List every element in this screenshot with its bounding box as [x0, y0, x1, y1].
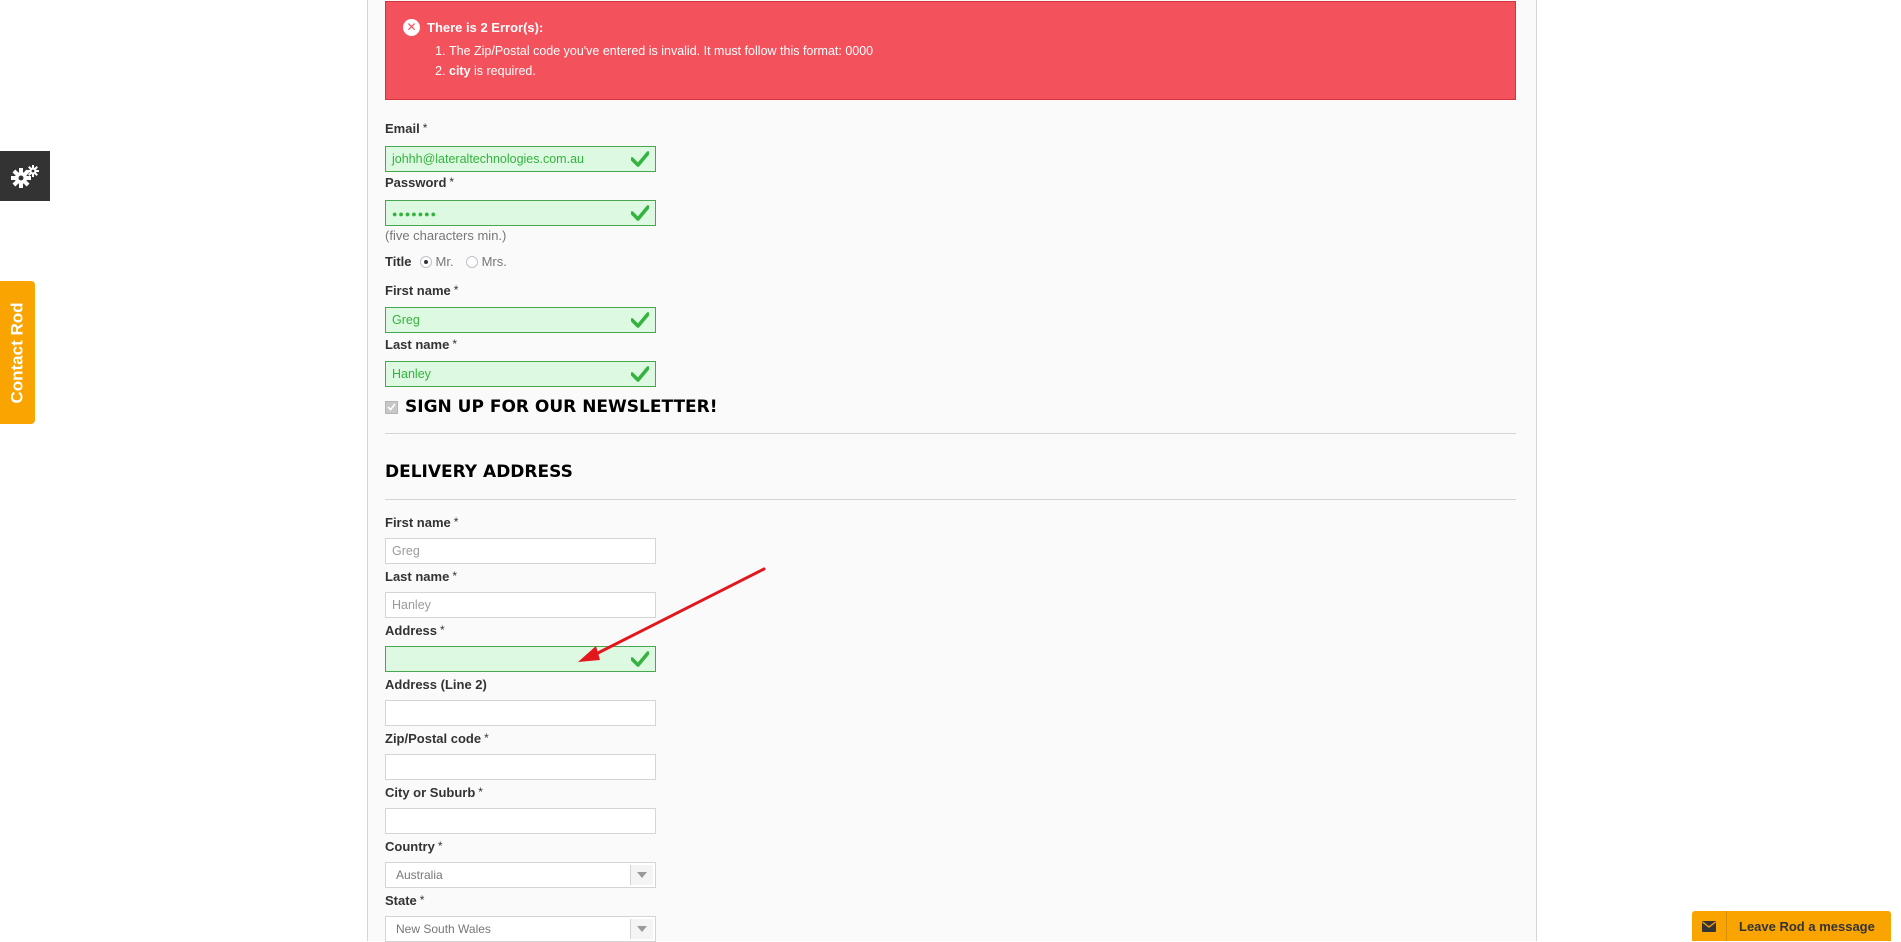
title-radio-group: Title Mr. Mrs. [385, 254, 519, 269]
error-item-zip: The Zip/Postal code you've entered is in… [449, 41, 1515, 61]
address2-field[interactable] [385, 700, 656, 726]
country-value: Australia [396, 868, 443, 882]
valid-check-icon [631, 651, 649, 667]
city-field[interactable] [385, 808, 656, 834]
error-heading-text: There is 2 Error(s): [427, 20, 544, 35]
leave-message-tab[interactable]: Leave Rod a message [1692, 911, 1891, 941]
envelope-icon [1692, 911, 1727, 941]
valid-check-icon [631, 312, 649, 328]
newsletter-label: SIGN UP FOR OUR NEWSLETTER! [405, 397, 718, 417]
state-select[interactable]: New South Wales [385, 916, 656, 942]
email-value: johhh@lateraltechnologies.com.au [392, 152, 584, 166]
delivery-address-heading: DELIVERY ADDRESS [385, 462, 573, 482]
email-field[interactable]: johhh@lateraltechnologies.com.au [385, 146, 656, 172]
valid-check-icon [631, 151, 649, 167]
state-label: State * [385, 893, 425, 908]
country-select[interactable]: Australia [385, 862, 656, 888]
title-mr-label[interactable]: Mr. [436, 254, 454, 269]
zip-field[interactable] [385, 754, 656, 780]
firstname-field[interactable]: Greg [385, 307, 656, 333]
contact-rod-label: Contact Rod [7, 301, 27, 404]
password-field[interactable]: ●●●●●●● [385, 200, 656, 226]
title-mr-radio[interactable] [419, 255, 432, 268]
delivery-lastname-value: Hanley [392, 598, 431, 612]
password-hint: (five characters min.) [385, 228, 507, 243]
delivery-lastname-field[interactable]: Hanley [385, 592, 656, 618]
valid-check-icon [631, 366, 649, 382]
email-label: Email * [385, 121, 428, 136]
lastname-label: Last name * [385, 337, 457, 352]
newsletter-option[interactable]: SIGN UP FOR OUR NEWSLETTER! [385, 397, 718, 417]
settings-gear-tab[interactable] [0, 151, 50, 201]
checkbox-check-icon [387, 403, 396, 411]
delivery-firstname-value: Greg [392, 544, 420, 558]
delivery-firstname-field[interactable]: Greg [385, 538, 656, 564]
error-alert: ✕ There is 2 Error(s): The Zip/Postal co… [385, 1, 1516, 100]
divider [385, 433, 1516, 434]
gears-icon [11, 165, 39, 188]
firstname-label: First name * [385, 283, 459, 298]
page-column: ✕ There is 2 Error(s): The Zip/Postal co… [367, 0, 1537, 942]
lastname-field[interactable]: Hanley [385, 361, 656, 387]
error-heading: ✕ There is 2 Error(s): [403, 19, 1515, 36]
delivery-lastname-label: Last name * [385, 569, 457, 584]
zip-label: Zip/Postal code * [385, 731, 489, 746]
password-label: Password * [385, 175, 455, 190]
title-mrs-radio[interactable] [465, 255, 478, 268]
country-label: Country * [385, 839, 443, 854]
chevron-down-icon [630, 865, 653, 885]
title-mrs-label[interactable]: Mrs. [482, 254, 507, 269]
state-value: New South Wales [396, 922, 491, 936]
divider [385, 499, 1516, 500]
newsletter-checkbox[interactable] [385, 400, 398, 414]
address2-label: Address (Line 2) [385, 677, 487, 692]
delivery-firstname-label: First name * [385, 515, 459, 530]
error-close-icon: ✕ [403, 19, 420, 36]
contact-rod-tab[interactable]: Contact Rod [0, 281, 35, 424]
title-label: Title [385, 254, 412, 269]
error-list: The Zip/Postal code you've entered is in… [403, 41, 1515, 81]
city-label: City or Suburb * [385, 785, 483, 800]
chevron-down-icon [630, 919, 653, 939]
lastname-value: Hanley [392, 367, 431, 381]
address-field[interactable] [385, 646, 656, 672]
error-item-city: city is required. [449, 61, 1515, 81]
firstname-value: Greg [392, 313, 420, 327]
leave-message-label: Leave Rod a message [1739, 918, 1875, 934]
valid-check-icon [631, 205, 649, 221]
address-label: Address * [385, 623, 445, 638]
password-value: ●●●●●●● [392, 209, 438, 219]
